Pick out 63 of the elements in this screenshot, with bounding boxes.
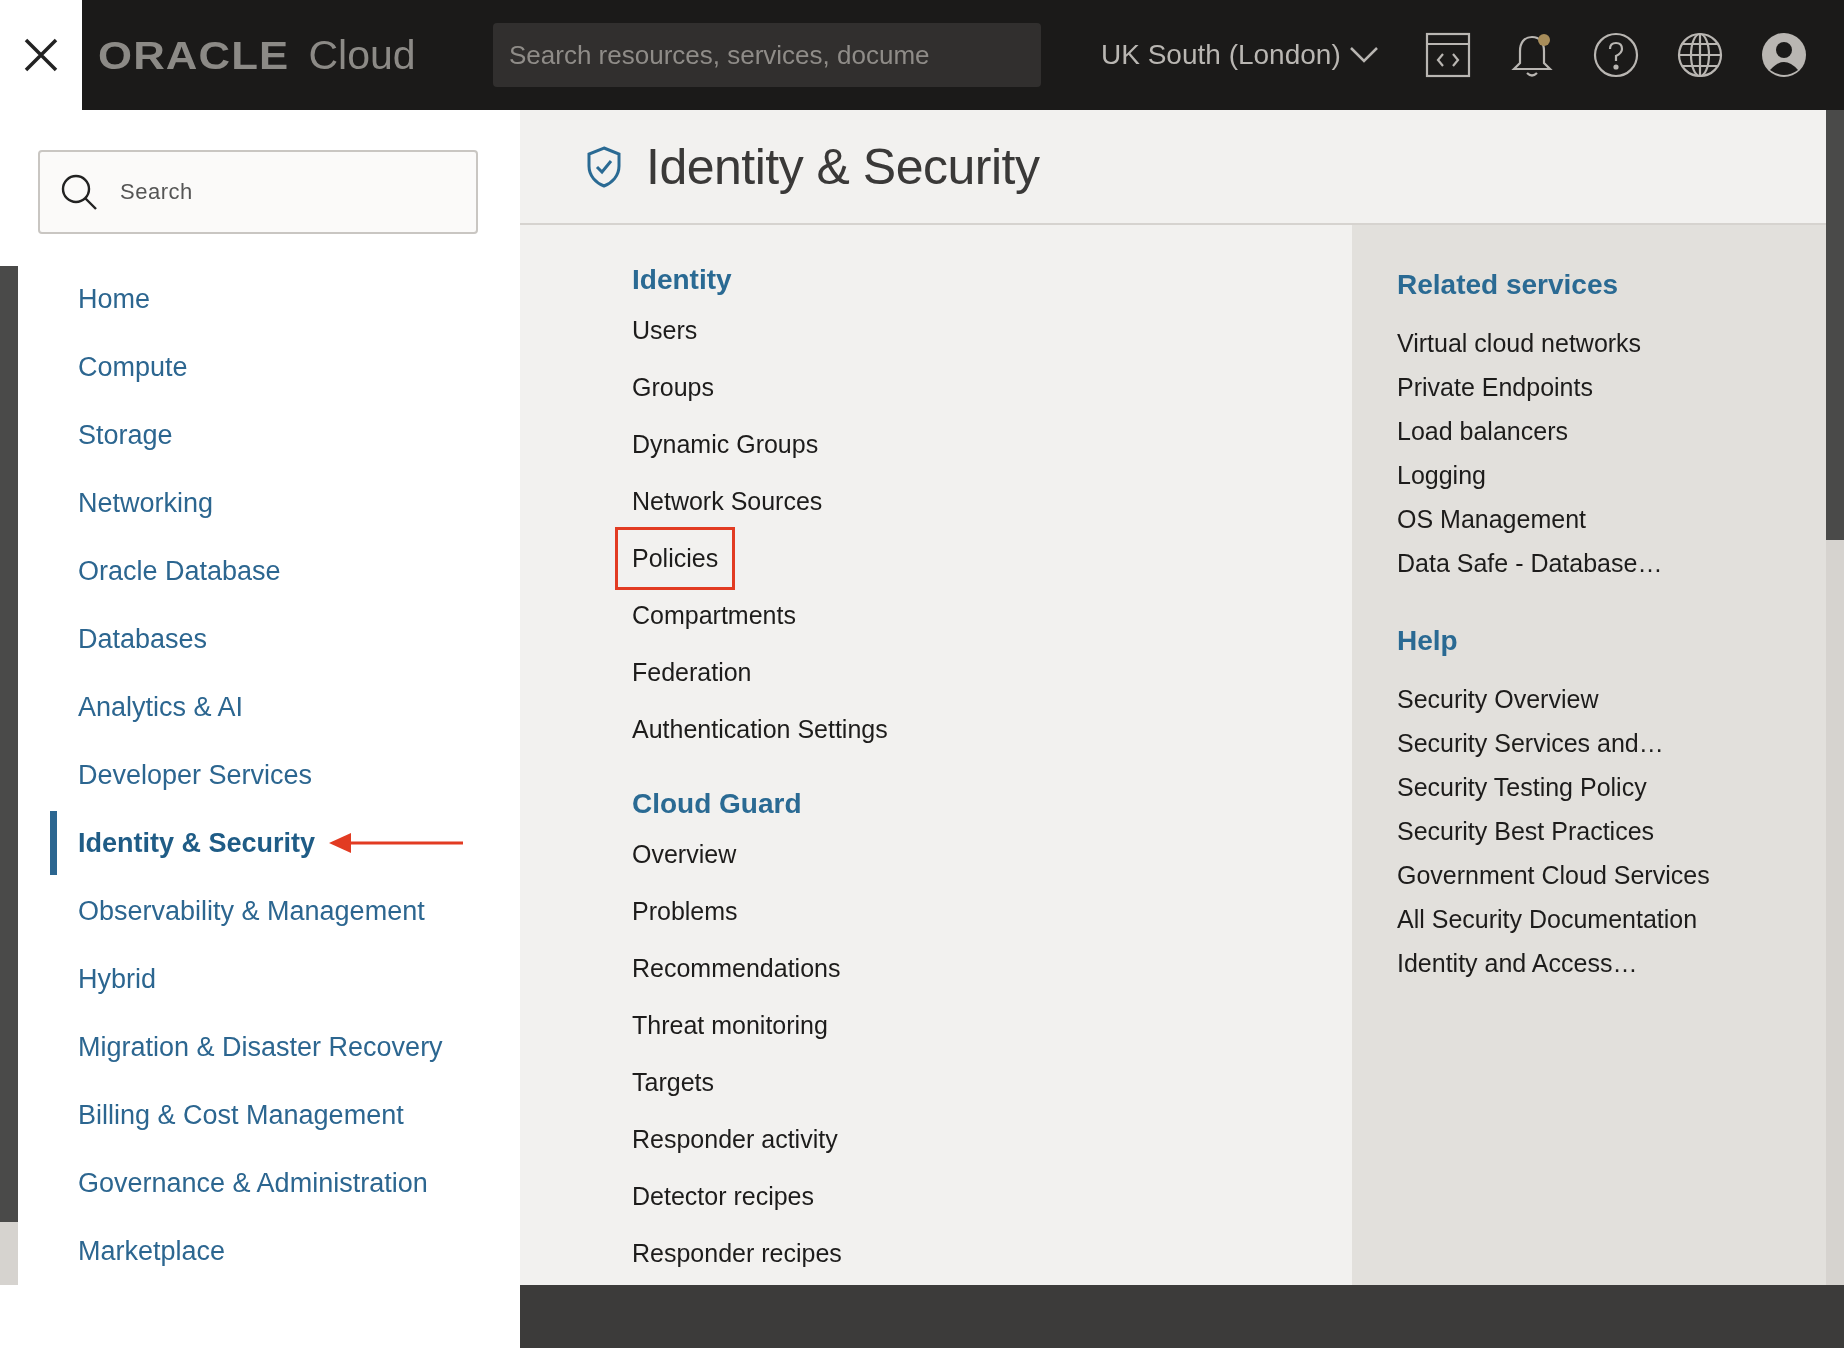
globe-icon[interactable]: [1676, 32, 1723, 78]
menu-link[interactable]: Compartments: [632, 587, 796, 644]
section-heading: Cloud Guard: [632, 787, 803, 821]
nav-link[interactable]: Networking: [78, 487, 214, 519]
help-icon[interactable]: [1592, 32, 1639, 78]
menu-link[interactable]: Identity and Access…: [1397, 941, 1638, 985]
menu-link[interactable]: Federation: [632, 644, 752, 701]
nav-link[interactable]: Observability & Management: [78, 895, 425, 927]
nav-link[interactable]: Analytics & AI: [78, 691, 244, 723]
menu-link[interactable]: Security Testing Policy: [1397, 765, 1647, 809]
menu-link[interactable]: Groups: [632, 359, 714, 416]
search-icon: [60, 173, 98, 211]
highlighted-menu-link[interactable]: Policies: [618, 530, 733, 587]
avatar-icon[interactable]: [1760, 32, 1807, 78]
menu-link[interactable]: Dynamic Groups: [632, 416, 819, 473]
menu-link[interactable]: Detector recipes: [632, 1168, 815, 1225]
nav-link[interactable]: Storage: [78, 419, 173, 451]
menu-link[interactable]: Data Safe - Database…: [1397, 541, 1663, 585]
nav-link[interactable]: Billing & Cost Management: [78, 1099, 404, 1131]
menu-link[interactable]: Recommendations: [632, 940, 841, 997]
scrollbar-thumb[interactable]: [1826, 110, 1844, 540]
logo-product: Cloud: [308, 31, 416, 79]
menu-link[interactable]: OS Management: [1397, 497, 1586, 541]
menu-link[interactable]: Security Services and…: [1397, 721, 1664, 765]
close-icon: [23, 37, 59, 73]
menu-link[interactable]: Private Endpoints: [1397, 365, 1593, 409]
menu-link[interactable]: Responder activity: [632, 1111, 838, 1168]
panel-title: Identity & Security: [646, 137, 1040, 196]
section-heading: Related services: [1397, 268, 1620, 302]
menu-link[interactable]: Logging: [1397, 453, 1486, 497]
menu-link[interactable]: Network Sources: [632, 473, 823, 530]
menu-link[interactable]: Load balancers: [1397, 409, 1568, 453]
section-heading: Help: [1397, 624, 1459, 658]
nav-link[interactable]: Migration & Disaster Recovery: [78, 1031, 443, 1063]
nav-link[interactable]: Developer Services: [78, 759, 313, 791]
menu-link[interactable]: Security Overview: [1397, 677, 1599, 721]
menu-link[interactable]: All Security Documentation: [1397, 897, 1698, 941]
menu-link[interactable]: Government Cloud Services: [1397, 853, 1710, 897]
nav-link[interactable]: Compute: [78, 351, 188, 383]
nav-link[interactable]: Databases: [78, 623, 208, 655]
nav-link[interactable]: Governance & Administration: [78, 1167, 428, 1199]
region-selector[interactable]: UK South (London): [1101, 39, 1379, 71]
menu-link[interactable]: Users: [632, 302, 698, 359]
menu-link[interactable]: Virtual cloud networks: [1397, 321, 1642, 365]
nav-link[interactable]: Hybrid: [78, 963, 157, 995]
code-window-icon[interactable]: [1424, 32, 1471, 78]
nav-link[interactable]: Identity & Security: [78, 827, 316, 859]
menu-link[interactable]: Responder recipes: [632, 1225, 842, 1282]
menu-link[interactable]: Problems: [632, 883, 738, 940]
menu-link[interactable]: Targets: [632, 1054, 714, 1111]
nav-link[interactable]: Marketplace: [78, 1235, 226, 1267]
logo-text: ORACLE: [98, 34, 290, 78]
chevron-down-icon: [1348, 46, 1379, 64]
section-heading: Identity: [632, 263, 733, 297]
shield-check-icon: [586, 145, 622, 188]
menu-link[interactable]: Threat monitoring: [632, 997, 828, 1054]
menu-link[interactable]: Security Best Practices: [1397, 809, 1655, 853]
menu-link[interactable]: Authentication Settings: [632, 701, 888, 758]
search-field[interactable]: Search: [38, 150, 478, 234]
nav-link[interactable]: Home: [78, 283, 151, 315]
nav-link[interactable]: Oracle Database: [78, 555, 281, 587]
menu-link[interactable]: Overview: [632, 826, 737, 883]
search-field[interactable]: Search resources, services, docume: [493, 23, 1041, 87]
